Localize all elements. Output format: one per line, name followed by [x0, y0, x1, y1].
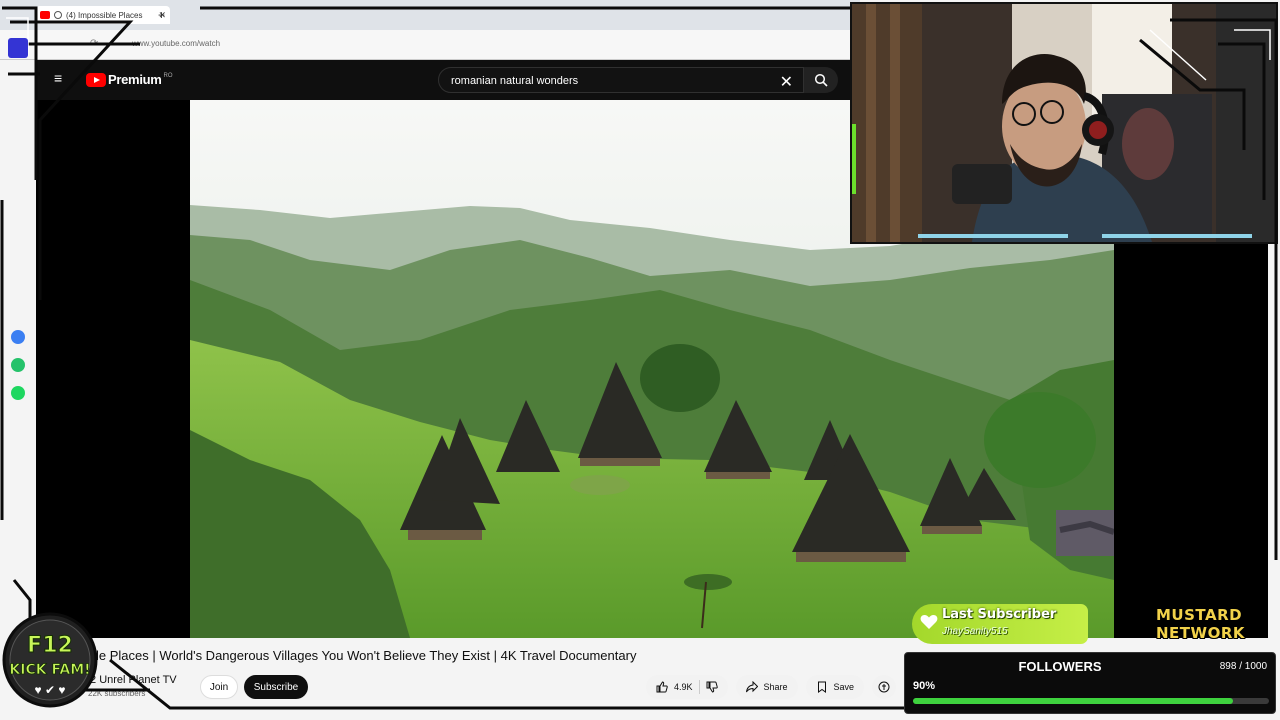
player-letterbox — [1114, 244, 1268, 638]
followers-goal-widget: FOLLOWERS 898 / 1000 90% — [904, 652, 1276, 714]
save-button[interactable]: Save — [805, 675, 865, 699]
heart-icon — [920, 615, 938, 629]
last-subscriber-title: Last Subscriber — [942, 607, 1057, 622]
kick-badge-line2: KICK FAM! — [9, 662, 90, 678]
network-logo-line1: MUSTARD — [1156, 606, 1243, 624]
spotify-icon[interactable] — [11, 386, 25, 400]
messenger-icon[interactable] — [11, 330, 25, 344]
like-dislike-group: 4.9K — [646, 675, 728, 699]
share-icon — [745, 681, 758, 693]
youtube-favicon-icon — [40, 11, 50, 19]
search-button[interactable] — [804, 67, 838, 93]
url-text[interactable]: www.youtube.com/watch — [132, 39, 220, 48]
bookmark-icon — [817, 681, 826, 693]
address-bar[interactable]: ⟳ www.youtube.com/watch — [0, 30, 860, 60]
dislike-icon[interactable] — [706, 681, 718, 693]
last-subscriber-name: JhaySanity515 — [942, 626, 1008, 637]
share-label: Share — [763, 682, 788, 692]
video-title-text: World's Dangerous Villages You Won't Bel… — [159, 648, 637, 663]
subscribe-button[interactable]: Subscribe — [244, 675, 308, 699]
clear-search-icon[interactable]: ✕ — [780, 72, 793, 92]
screen: (4) Impossible Places ✕ + ⟳ www.youtube.… — [0, 0, 1280, 720]
channel-name-text: Unrel Planet TV — [99, 674, 177, 686]
video-actions: 4.9K Share Save — [646, 675, 897, 699]
followers-title: FOLLOWERS — [1018, 659, 1102, 674]
tab-title: (4) Impossible Places — [66, 10, 143, 20]
search-input[interactable]: romanian natural wonders ✕ — [438, 67, 804, 93]
join-button[interactable]: Join — [200, 675, 238, 699]
video-title-prefix: le Places — [96, 648, 149, 663]
divider — [698, 680, 700, 694]
followers-progress-bar — [913, 698, 1233, 704]
browser-tab-bar: (4) Impossible Places ✕ + — [0, 0, 860, 30]
speaker-icon[interactable] — [54, 11, 62, 19]
whatsapp-icon[interactable] — [11, 358, 25, 372]
logo-text: Premium — [108, 72, 162, 87]
reload-icon[interactable]: ⟳ — [90, 38, 98, 49]
video-title: le Places | World's Dangerous Villages Y… — [96, 648, 636, 663]
followers-count: 898 / 1000 — [1219, 661, 1267, 672]
followers-progress-track — [913, 698, 1269, 704]
youtube-premium-logo[interactable]: Premium RO — [86, 72, 173, 87]
thanks-icon — [878, 681, 890, 693]
kick-badge-line1: F12 — [27, 633, 73, 658]
region-code: RO — [163, 72, 173, 79]
share-button[interactable]: Share — [735, 675, 798, 699]
thanks-button[interactable] — [872, 675, 897, 699]
streamer-webcam-image — [852, 4, 1276, 242]
channel-name[interactable]: 2 Unrel Planet TV — [90, 674, 177, 686]
search-query[interactable]: romanian natural wonders — [451, 75, 578, 87]
kick-fam-logo: F12 KICK FAM! ♥ ✔ ♥ — [2, 612, 98, 708]
followers-percent: 90% — [913, 680, 936, 692]
last-subscriber-widget: Last Subscriber JhaySanity515 — [912, 604, 1088, 644]
youtube-play-icon — [86, 72, 106, 87]
like-icon[interactable] — [656, 681, 668, 693]
kick-fam-badge: F12 KICK FAM! ♥ ✔ ♥ — [2, 610, 98, 710]
mustard-network-logo: MUSTARD NETWORK — [1154, 606, 1274, 644]
menu-icon[interactable]: ≡ — [54, 71, 68, 85]
search-icon — [814, 73, 828, 87]
network-logo-line2: NETWORK — [1156, 624, 1246, 642]
youtube-header: ≡ Premium RO romanian natural wonders ✕ — [36, 60, 850, 100]
webcam-feed — [850, 2, 1278, 244]
browser-tab[interactable]: (4) Impossible Places ✕ — [36, 6, 170, 24]
save-label: Save — [833, 682, 855, 692]
kick-badge-hearts-icon: ♥ ✔ ♥ — [35, 683, 66, 697]
sidebar-dock — [8, 330, 28, 414]
like-count[interactable]: 4.9K — [674, 682, 693, 692]
new-tab-button[interactable]: + — [158, 8, 165, 22]
